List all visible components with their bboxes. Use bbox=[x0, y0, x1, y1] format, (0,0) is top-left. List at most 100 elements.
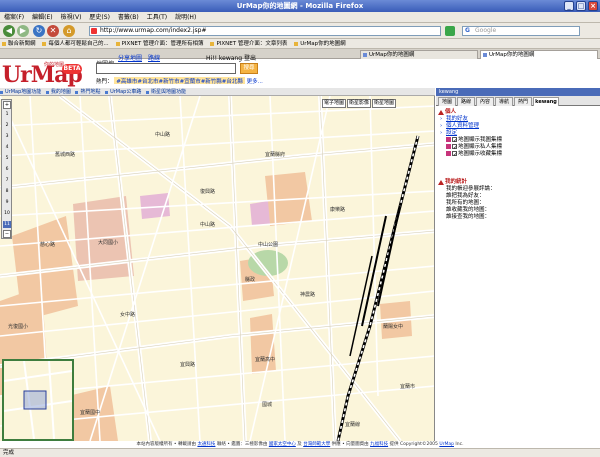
menu-edit[interactable]: 編輯(E) bbox=[28, 12, 56, 23]
menu-help[interactable]: 說明(H) bbox=[171, 12, 200, 23]
menu-file[interactable]: 檔案(F) bbox=[0, 12, 28, 23]
bookmark-item[interactable]: PIXNET 管理介面：文章列表 bbox=[208, 39, 290, 49]
go-icon[interactable] bbox=[445, 26, 455, 36]
menu-bookmarks[interactable]: 書籤(B) bbox=[114, 12, 143, 23]
map-marker-icon bbox=[446, 151, 451, 156]
map-tool-item[interactable]: UrMap地圖功能 bbox=[0, 89, 41, 95]
stat-item: 誰把我為好友： bbox=[446, 193, 485, 199]
menu-view[interactable]: 檢視(V) bbox=[57, 12, 86, 23]
address-bar[interactable]: http://www.urmap.com/index2.jsp# bbox=[89, 26, 441, 36]
bookmark-item[interactable]: 聯合新聞網 bbox=[0, 39, 39, 49]
map-tool-item[interactable]: 我的地圖 bbox=[46, 89, 71, 95]
panel-tab-nav[interactable]: 導航 bbox=[495, 97, 513, 106]
panel-tab-user[interactable]: kewang bbox=[533, 97, 559, 106]
map-type-button[interactable]: 電子地圖 bbox=[322, 99, 347, 108]
footer-text: 供應 • 向量圖資由 bbox=[331, 442, 369, 447]
zoom-in-button[interactable]: + bbox=[3, 101, 11, 109]
map-label: 康樂路 bbox=[330, 206, 345, 213]
stats-section: 我的統計 我的帳迎參展評論： 誰把我為好友： 我所有的地圖： 誰收藏我的地圖： … bbox=[438, 179, 598, 221]
zoom-level[interactable]: 7 bbox=[3, 177, 11, 184]
menu-tools[interactable]: 工具(T) bbox=[143, 12, 171, 23]
display-checkbox[interactable]: ✓ bbox=[452, 144, 458, 151]
personal-header[interactable]: 個人 bbox=[438, 109, 598, 116]
map-view[interactable]: 宜蘭縣府 中山公園 宜蘭市 大同國小 光復國小 宜蘭國中 蘭陽女中 慈心路 中山… bbox=[0, 96, 435, 441]
map-tool-item[interactable]: 熱門地點 bbox=[75, 89, 100, 95]
page-footer: 本站內容版權所有 • 轉載請由 太通科技 聯絡 • 鑑圖：三極影像由 國家太空中… bbox=[0, 441, 600, 448]
display-option-label: 地圖顯示我圖集標 bbox=[458, 137, 503, 143]
map-type-button[interactable]: 衛星影像 bbox=[347, 99, 372, 108]
map-label: 縣政 bbox=[245, 276, 255, 283]
map-road bbox=[0, 142, 434, 190]
close-button[interactable]: × bbox=[588, 1, 598, 11]
map-label: 宜興路 bbox=[180, 361, 195, 368]
bookmark-item[interactable]: UrMap你的地圖網 bbox=[292, 39, 348, 49]
map-label: 宜蘭縣府 bbox=[265, 151, 285, 158]
zoom-level[interactable]: 10 bbox=[3, 210, 11, 217]
hot-links[interactable]: #高雄市#台北市#新竹市#宜蘭市#新竹縣#台北縣 bbox=[116, 79, 243, 85]
zoom-level[interactable]: 4 bbox=[3, 144, 11, 151]
minimize-button[interactable]: _ bbox=[564, 1, 574, 11]
map-tool-item[interactable]: 衛星與地圖功能 bbox=[146, 89, 186, 95]
panel-tab-content[interactable]: 內容 bbox=[476, 97, 494, 106]
map-search-button[interactable]: 搜尋 bbox=[240, 63, 258, 74]
zoom-level[interactable]: 3 bbox=[3, 133, 11, 140]
map-label: 光復國小 bbox=[8, 323, 28, 330]
profile-link[interactable]: 個人資料管理 bbox=[446, 123, 479, 129]
hot-more-link[interactable]: 更多... bbox=[247, 79, 263, 85]
overview-viewport[interactable] bbox=[23, 390, 47, 410]
map-tool-item[interactable]: UrMap公車路 bbox=[105, 89, 141, 95]
home-icon[interactable]: ⌂ bbox=[63, 25, 75, 37]
panel-title: kewang bbox=[436, 88, 600, 96]
tab-label: UrMap你的地圖網 bbox=[489, 52, 535, 58]
map-marker-icon bbox=[446, 144, 451, 149]
panel-tab-map[interactable]: 地圖 bbox=[438, 97, 456, 106]
overview-map[interactable] bbox=[2, 359, 74, 441]
map-label: 舊城西路 bbox=[55, 151, 75, 158]
browser-tab-active[interactable]: UrMap你的地圖網 bbox=[480, 50, 598, 59]
map-type-switcher: 電子地圖 衛星影像 衛星地圖 bbox=[322, 99, 397, 108]
stat-item: 我的帳迎參展評論： bbox=[446, 186, 496, 192]
footer-link[interactable]: 台灣師範大學 bbox=[303, 442, 330, 447]
maximize-button[interactable]: □ bbox=[576, 1, 586, 11]
search-placeholder: Google bbox=[475, 27, 497, 34]
my-friends-link[interactable]: 我的好友 bbox=[446, 116, 468, 122]
footer-link[interactable]: UrMap bbox=[439, 442, 454, 447]
footer-link[interactable]: 九福科技 bbox=[370, 442, 388, 447]
user-greeting[interactable]: Hi!! kewang 登出 bbox=[206, 53, 256, 62]
zoom-level-current[interactable]: 11 bbox=[3, 221, 11, 228]
zoom-level[interactable]: 8 bbox=[3, 188, 11, 195]
stop-icon[interactable]: ✕ bbox=[47, 25, 59, 37]
footer-text: Inc. bbox=[455, 442, 464, 447]
urmap-logo[interactable]: UrMap 你的地圖 BETA bbox=[2, 61, 88, 91]
tab-share-map[interactable]: 分享地圖 bbox=[118, 53, 142, 62]
menu-history[interactable]: 歷史(S) bbox=[85, 12, 114, 23]
zoom-out-button[interactable]: − bbox=[3, 230, 11, 238]
search-input[interactable]: G Google bbox=[462, 26, 580, 36]
zoom-level[interactable]: 2 bbox=[3, 122, 11, 129]
panel-tab-hot[interactable]: 熱門 bbox=[514, 97, 532, 106]
zoom-level[interactable]: 5 bbox=[3, 155, 11, 162]
tab-route[interactable]: 路線 bbox=[148, 53, 160, 62]
display-checkbox[interactable]: ✓ bbox=[452, 137, 458, 144]
zoom-level[interactable]: 1 bbox=[3, 111, 11, 118]
map-toolbar: UrMap地圖功能 我的地圖 熱門地點 UrMap公車路 衛星與地圖功能 bbox=[0, 88, 435, 96]
map-search-input[interactable] bbox=[96, 63, 236, 74]
map-type-button[interactable]: 衛星地圖 bbox=[372, 99, 397, 108]
reload-icon[interactable]: ↻ bbox=[33, 25, 45, 37]
stats-header[interactable]: 我的統計 bbox=[438, 179, 598, 186]
footer-text: 聯絡 • 鑑圖：三極影像由 bbox=[216, 442, 268, 447]
footer-link[interactable]: 太通科技 bbox=[197, 442, 215, 447]
footer-link[interactable]: 國家太空中心 bbox=[269, 442, 296, 447]
zoom-level[interactable]: 6 bbox=[3, 166, 11, 173]
display-checkbox[interactable]: ✓ bbox=[452, 151, 458, 158]
settings-link[interactable]: 設定 bbox=[446, 130, 457, 136]
back-icon[interactable]: ◀ bbox=[3, 25, 15, 37]
browser-tab[interactable]: UrMap你的地圖網 bbox=[360, 50, 478, 59]
panel-tab-route[interactable]: 路線 bbox=[457, 97, 475, 106]
bookmark-item[interactable]: 每個人都可輕鬆自己的... bbox=[40, 39, 111, 49]
bookmark-item[interactable]: PIXNET 管理介面：管理所有相簿 bbox=[114, 39, 207, 49]
window-title: UrMap你的地圖網 - Mozilla Firefox bbox=[236, 2, 364, 10]
map-label: 復興路 bbox=[200, 188, 215, 195]
forward-icon[interactable]: ▶ bbox=[17, 25, 29, 37]
zoom-level[interactable]: 9 bbox=[3, 199, 11, 206]
